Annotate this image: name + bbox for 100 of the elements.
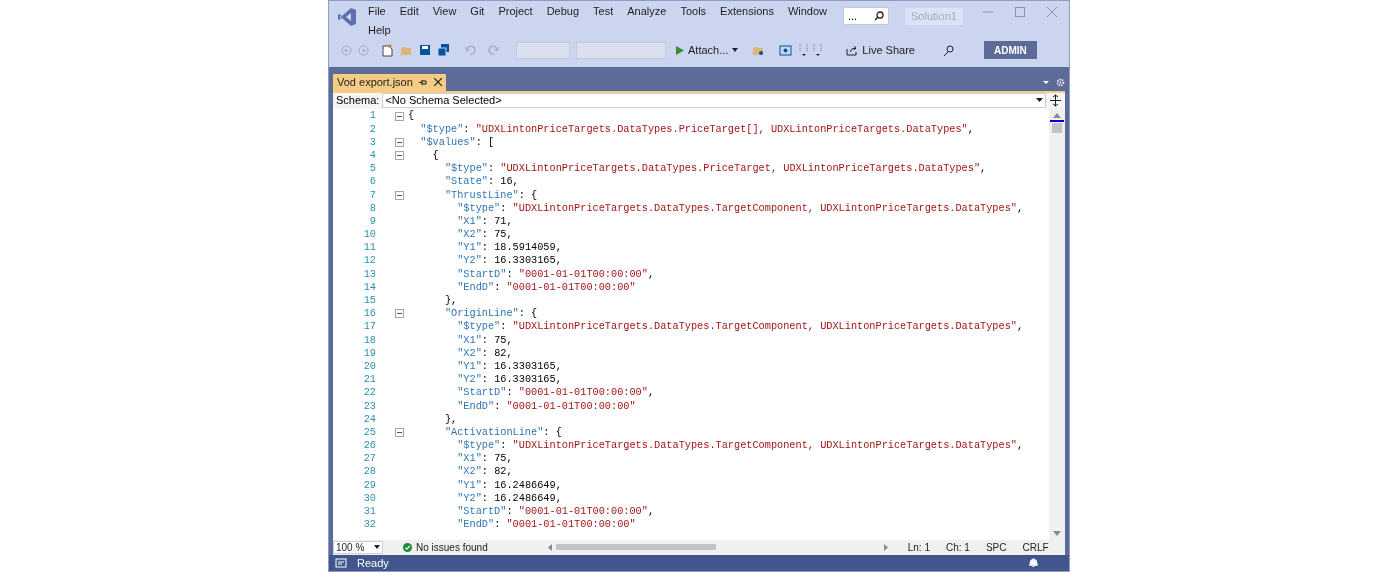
vertical-scrollbar[interactable] (1049, 108, 1065, 540)
line-number: 21 (362, 372, 376, 388)
document-tab[interactable]: Vod export.json (333, 73, 446, 91)
line-number: 22 (362, 385, 376, 401)
scroll-thumb[interactable] (555, 544, 716, 550)
search-icon (874, 11, 884, 21)
code-line: "OriginLine": { (443, 306, 538, 321)
line-number: 19 (362, 345, 376, 361)
code-line: }, (443, 411, 458, 427)
column-status: Ch: 1 (945, 540, 970, 555)
line-number: 26 (362, 438, 376, 454)
line-number: 32 (362, 517, 376, 533)
line-number: 17 (362, 319, 376, 335)
scroll-down-icon[interactable] (1053, 530, 1061, 536)
line-number: 2 (368, 121, 376, 137)
line-number: 28 (362, 464, 376, 480)
code-line: "X1": 71, (456, 213, 513, 229)
maximize-icon[interactable] (1015, 7, 1025, 17)
account-button[interactable]: ADMIN (983, 41, 1037, 59)
code-line: "Y2": 16.3303165, (456, 372, 562, 387)
code-line: "EndD": "0001-01-01T00:00:00" (456, 398, 636, 414)
code-line: "X2": 82, (456, 345, 513, 361)
line-number: 13 (362, 266, 376, 282)
dropdown-arrow-icon (1036, 98, 1043, 103)
line-number: 31 (362, 504, 376, 520)
line-number: 15 (362, 293, 376, 309)
menu-item[interactable]: Test (586, 3, 621, 20)
line-number: 8 (368, 200, 376, 216)
split-icon[interactable] (1049, 94, 1062, 107)
menu-item[interactable]: Analyze (620, 3, 674, 20)
undo-icon[interactable] (464, 44, 476, 56)
collapse-icon[interactable] (395, 190, 404, 200)
code-line: "State": 16, (443, 174, 519, 190)
save-icon[interactable] (419, 44, 431, 56)
close-icon[interactable] (433, 78, 442, 86)
line-number: 27 (362, 451, 376, 467)
menu-item[interactable]: Tools (673, 3, 714, 20)
search-field[interactable]: ... (843, 7, 889, 25)
collapse-icon[interactable] (395, 428, 404, 438)
menu-item[interactable]: View (425, 3, 464, 20)
line-number: 18 (362, 332, 376, 348)
code-line: "Y1": 18.5914059, (456, 240, 562, 255)
code-line: "Y1": 16.3303165, (456, 358, 562, 374)
issues-status[interactable]: No issues found (416, 539, 488, 555)
line-number: 4 (368, 147, 376, 163)
code-line: "Y2": 16.3303165, (456, 253, 562, 269)
line-ending-status: CRLF (1022, 540, 1049, 555)
code-line: { (408, 108, 415, 124)
line-number: 16 (362, 306, 376, 322)
code-line: "StartD": "0001-01-01T00:00:00", (456, 266, 655, 282)
scroll-left-icon[interactable] (547, 543, 552, 551)
check-circle-icon (403, 542, 412, 552)
menu-item[interactable]: File (361, 3, 393, 20)
menu-item[interactable]: Git (463, 3, 492, 20)
live-share-button[interactable]: Live Share (846, 41, 915, 59)
menu-item[interactable]: Extensions (713, 3, 781, 20)
scroll-right-icon[interactable] (883, 543, 888, 551)
collapse-icon[interactable] (395, 309, 404, 319)
screenshot-icon[interactable] (779, 43, 793, 57)
collapse-icon[interactable] (395, 111, 404, 121)
line-number: 9 (368, 213, 376, 229)
menu-item[interactable]: Debug (539, 3, 587, 20)
code-line: "$type": "UDXLintonPriceTargets.DataTypes.PriceTarget, UDXLintonPriceTargets.DataTypes", (443, 161, 987, 176)
line-number: 3 (368, 134, 376, 150)
pin-icon[interactable] (418, 78, 428, 86)
settings-icon[interactable] (1056, 77, 1065, 87)
attach-button[interactable]: Attach... (676, 41, 739, 59)
code-line: "EndD": "0001-01-01T00:00:00" (456, 279, 636, 295)
menu-item[interactable]: Help (361, 22, 398, 39)
dropdown-arrow-icon (732, 48, 739, 52)
zoom-dropdown[interactable]: 100 % (333, 540, 383, 554)
notification-bell-icon[interactable] (1028, 557, 1039, 569)
menu-item[interactable]: Window (780, 3, 835, 20)
line-number: 5 (368, 161, 376, 177)
collapse-icon[interactable] (395, 137, 404, 147)
line-number: 25 (362, 424, 376, 440)
code-line: "$type": "UDXLintonPriceTargets.DataTypes.TargetComponent, UDXLintonPriceTargets.DataTypes", (456, 319, 1024, 335)
back-icon[interactable] (341, 44, 352, 56)
code-line: "$type": "UDXLintonPriceTargets.DataTypes.PriceTarget[], UDXLintonPriceTargets.DataTypes", (419, 121, 974, 137)
code-line: "ThrustLine": { (443, 187, 538, 203)
menu-item[interactable]: Edit (392, 3, 426, 20)
forward-icon[interactable] (358, 44, 369, 56)
save-all-icon[interactable] (437, 43, 450, 57)
line-number: 29 (362, 477, 376, 493)
menu-item[interactable]: Project (491, 3, 540, 20)
code-line: "$type": "UDXLintonPriceTargets.DataTypes.TargetComponent, UDXLintonPriceTargets.DataTypes", (456, 200, 1024, 216)
status-text: Ready (357, 555, 389, 571)
line-number-status: Ln: 1 (907, 540, 930, 555)
scroll-thumb[interactable] (1052, 122, 1062, 133)
line-number: 14 (362, 279, 376, 295)
code-line: }, (443, 293, 458, 308)
new-item-icon[interactable] (381, 43, 394, 57)
collapse-icon[interactable] (395, 151, 404, 161)
schema-dropdown[interactable]: <No Schema Selected> (382, 93, 1046, 108)
code-line: "X1": 75, (456, 451, 513, 466)
redo-icon[interactable] (488, 44, 500, 56)
solution-name: Solution1 (905, 8, 963, 25)
code-line: "ActivationLine": { (443, 424, 562, 440)
scroll-up-icon[interactable] (1053, 112, 1061, 118)
tab-list-icon[interactable] (1042, 78, 1050, 86)
